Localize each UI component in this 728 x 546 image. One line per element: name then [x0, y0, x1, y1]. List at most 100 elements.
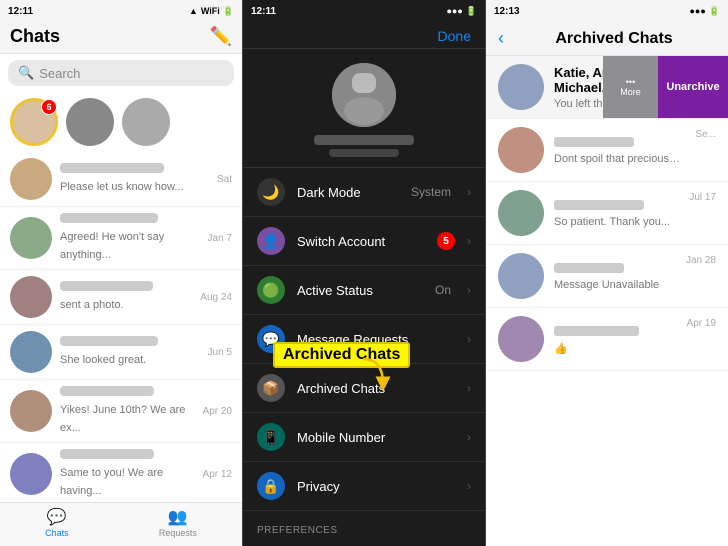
- archived-time: Jul 17: [689, 192, 716, 203]
- chevron-right-icon: ›: [467, 332, 471, 346]
- chat-item[interactable]: Yikes! June 10th? We are ex... Apr 20: [0, 380, 242, 443]
- search-icon: 🔍: [18, 65, 34, 81]
- settings-item-active-status[interactable]: 🟢 Active Status On ›: [243, 266, 485, 315]
- chat-time: Aug 24: [200, 292, 232, 303]
- chevron-right-icon: ›: [467, 381, 471, 395]
- archived-name: [554, 261, 676, 276]
- time-p1: 12:11: [8, 6, 33, 17]
- avatar: [10, 390, 52, 432]
- avatar: [10, 276, 52, 318]
- mobile-number-icon: 📱: [257, 423, 285, 451]
- archived-info: Message Unavailable: [554, 261, 676, 291]
- panel-settings: 12:11 ●●● 🔋 Done 🌙 Dark Mode System ›: [242, 0, 485, 546]
- chat-info: She looked great.: [60, 336, 200, 368]
- settings-item-dark-mode[interactable]: 🌙 Dark Mode System ›: [243, 168, 485, 217]
- archived-item-1[interactable]: Katie, Anna, Michael, Richard You left t…: [486, 56, 728, 119]
- chat-info: Agreed! He won't say anything...: [60, 213, 200, 263]
- privacy-icon: 🔒: [257, 472, 285, 500]
- archived-list: Katie, Anna, Michael, Richard You left t…: [486, 56, 728, 546]
- archived-name: [554, 324, 677, 339]
- stories-row: 6: [0, 92, 242, 152]
- done-button[interactable]: Done: [438, 28, 471, 44]
- profile-sub-placeholder: [329, 149, 399, 157]
- settings-item-archived-chats[interactable]: 📦 Archived Chats › Archived Chats: [243, 364, 485, 413]
- edit-icon[interactable]: ✏️: [210, 26, 232, 47]
- chat-time: Jan 7: [208, 233, 232, 244]
- settings-item-message-requests[interactable]: 💬 Message Requests ›: [243, 315, 485, 364]
- chat-time: Sat: [217, 174, 232, 185]
- avatar: [10, 331, 52, 373]
- avatar-svg: [332, 63, 396, 127]
- archived-avatar: [498, 316, 544, 362]
- chat-time: Jun 5: [208, 347, 232, 358]
- chat-info: sent a photo.: [60, 281, 192, 313]
- avatar: [10, 453, 52, 495]
- archived-name: [554, 135, 685, 150]
- mobile-number-label: Mobile Number: [297, 430, 455, 445]
- archived-item-5[interactable]: 👍 Apr 19: [486, 308, 728, 371]
- switch-account-badge: 5: [437, 232, 455, 250]
- story-item-1[interactable]: 6: [10, 98, 58, 146]
- chat-preview: Agreed! He won't say anything...: [60, 231, 164, 261]
- back-button[interactable]: ‹: [498, 28, 504, 49]
- chat-item[interactable]: She looked great. Jun 5: [0, 325, 242, 380]
- active-status-value: On: [435, 283, 451, 297]
- archived-avatar: [498, 190, 544, 236]
- privacy-label: Privacy: [297, 479, 455, 494]
- switch-account-label: Switch Account: [297, 234, 425, 249]
- dark-mode-label: Dark Mode: [297, 185, 399, 200]
- chat-item[interactable]: Please let us know how... Sat: [0, 152, 242, 207]
- chat-name: [60, 281, 153, 291]
- archived-time: Se...: [695, 129, 716, 140]
- search-bar[interactable]: 🔍 Search: [8, 60, 234, 86]
- chat-item[interactable]: Same to you! We are having... Apr 12: [0, 443, 242, 502]
- tab-bar: 💬 Chats 👥 Requests: [0, 502, 242, 546]
- chats-tab-icon: 💬: [47, 507, 67, 527]
- archived-item-2[interactable]: Dont spoil that precious_baby... Se...: [486, 119, 728, 182]
- archived-avatar: [498, 253, 544, 299]
- chat-preview: sent a photo.: [60, 299, 124, 311]
- archived-chats-icon: 📦: [257, 374, 285, 402]
- story-item-3[interactable]: [122, 98, 170, 146]
- status-icons-p1: ▲ WiFi 🔋: [189, 6, 234, 17]
- chevron-right-icon: ›: [467, 430, 471, 444]
- chat-name: [60, 336, 158, 346]
- requests-tab-icon: 👥: [168, 507, 188, 527]
- tab-chats[interactable]: 💬 Chats: [45, 507, 69, 538]
- chats-title: Chats: [10, 26, 60, 47]
- settings-item-privacy[interactable]: 🔒 Privacy ›: [243, 462, 485, 511]
- tab-chats-label: Chats: [45, 528, 69, 538]
- chevron-right-icon: ›: [467, 185, 471, 199]
- time-p3: 12:13: [494, 6, 520, 17]
- settings-item-notifications[interactable]: 🔔 Notifications & Sounds Off ›: [243, 540, 485, 546]
- archived-chats-label: Archived Chats: [297, 381, 455, 396]
- tab-requests-label: Requests: [159, 528, 197, 538]
- archived-avatar: [498, 64, 544, 110]
- unarchive-button[interactable]: Unarchive: [658, 56, 728, 118]
- chat-list: Please let us know how... Sat Agreed! He…: [0, 152, 242, 502]
- settings-item-mobile-number[interactable]: 📱 Mobile Number ›: [243, 413, 485, 462]
- chat-preview: Same to you! We are having...: [60, 467, 163, 497]
- switch-account-icon: 👤: [257, 227, 285, 255]
- chevron-right-icon: ›: [467, 283, 471, 297]
- chat-item[interactable]: Agreed! He won't say anything... Jan 7: [0, 207, 242, 270]
- chat-preview: She looked great.: [60, 354, 146, 366]
- settings-item-switch-account[interactable]: 👤 Switch Account 5 ›: [243, 217, 485, 266]
- active-status-label: Active Status: [297, 283, 423, 298]
- archived-name: [554, 198, 679, 213]
- more-button[interactable]: ••• More: [603, 56, 658, 118]
- chat-preview: Please let us know how...: [60, 181, 184, 193]
- status-bar-p2: 12:11 ●●● 🔋: [243, 0, 485, 22]
- archived-info: So patient. Thank you...: [554, 198, 679, 228]
- chat-info: Please let us know how...: [60, 163, 209, 195]
- archived-time: Apr 19: [687, 318, 716, 329]
- active-status-icon: 🟢: [257, 276, 285, 304]
- tab-requests[interactable]: 👥 Requests: [159, 507, 197, 538]
- chat-item[interactable]: sent a photo. Aug 24: [0, 270, 242, 325]
- archived-item-4[interactable]: Message Unavailable Jan 28: [486, 245, 728, 308]
- archived-time: Jan 28: [686, 255, 716, 266]
- archived-item-3[interactable]: So patient. Thank you... Jul 17: [486, 182, 728, 245]
- archived-avatar: [498, 127, 544, 173]
- archived-info: 👍: [554, 324, 677, 355]
- story-item-2[interactable]: [66, 98, 114, 146]
